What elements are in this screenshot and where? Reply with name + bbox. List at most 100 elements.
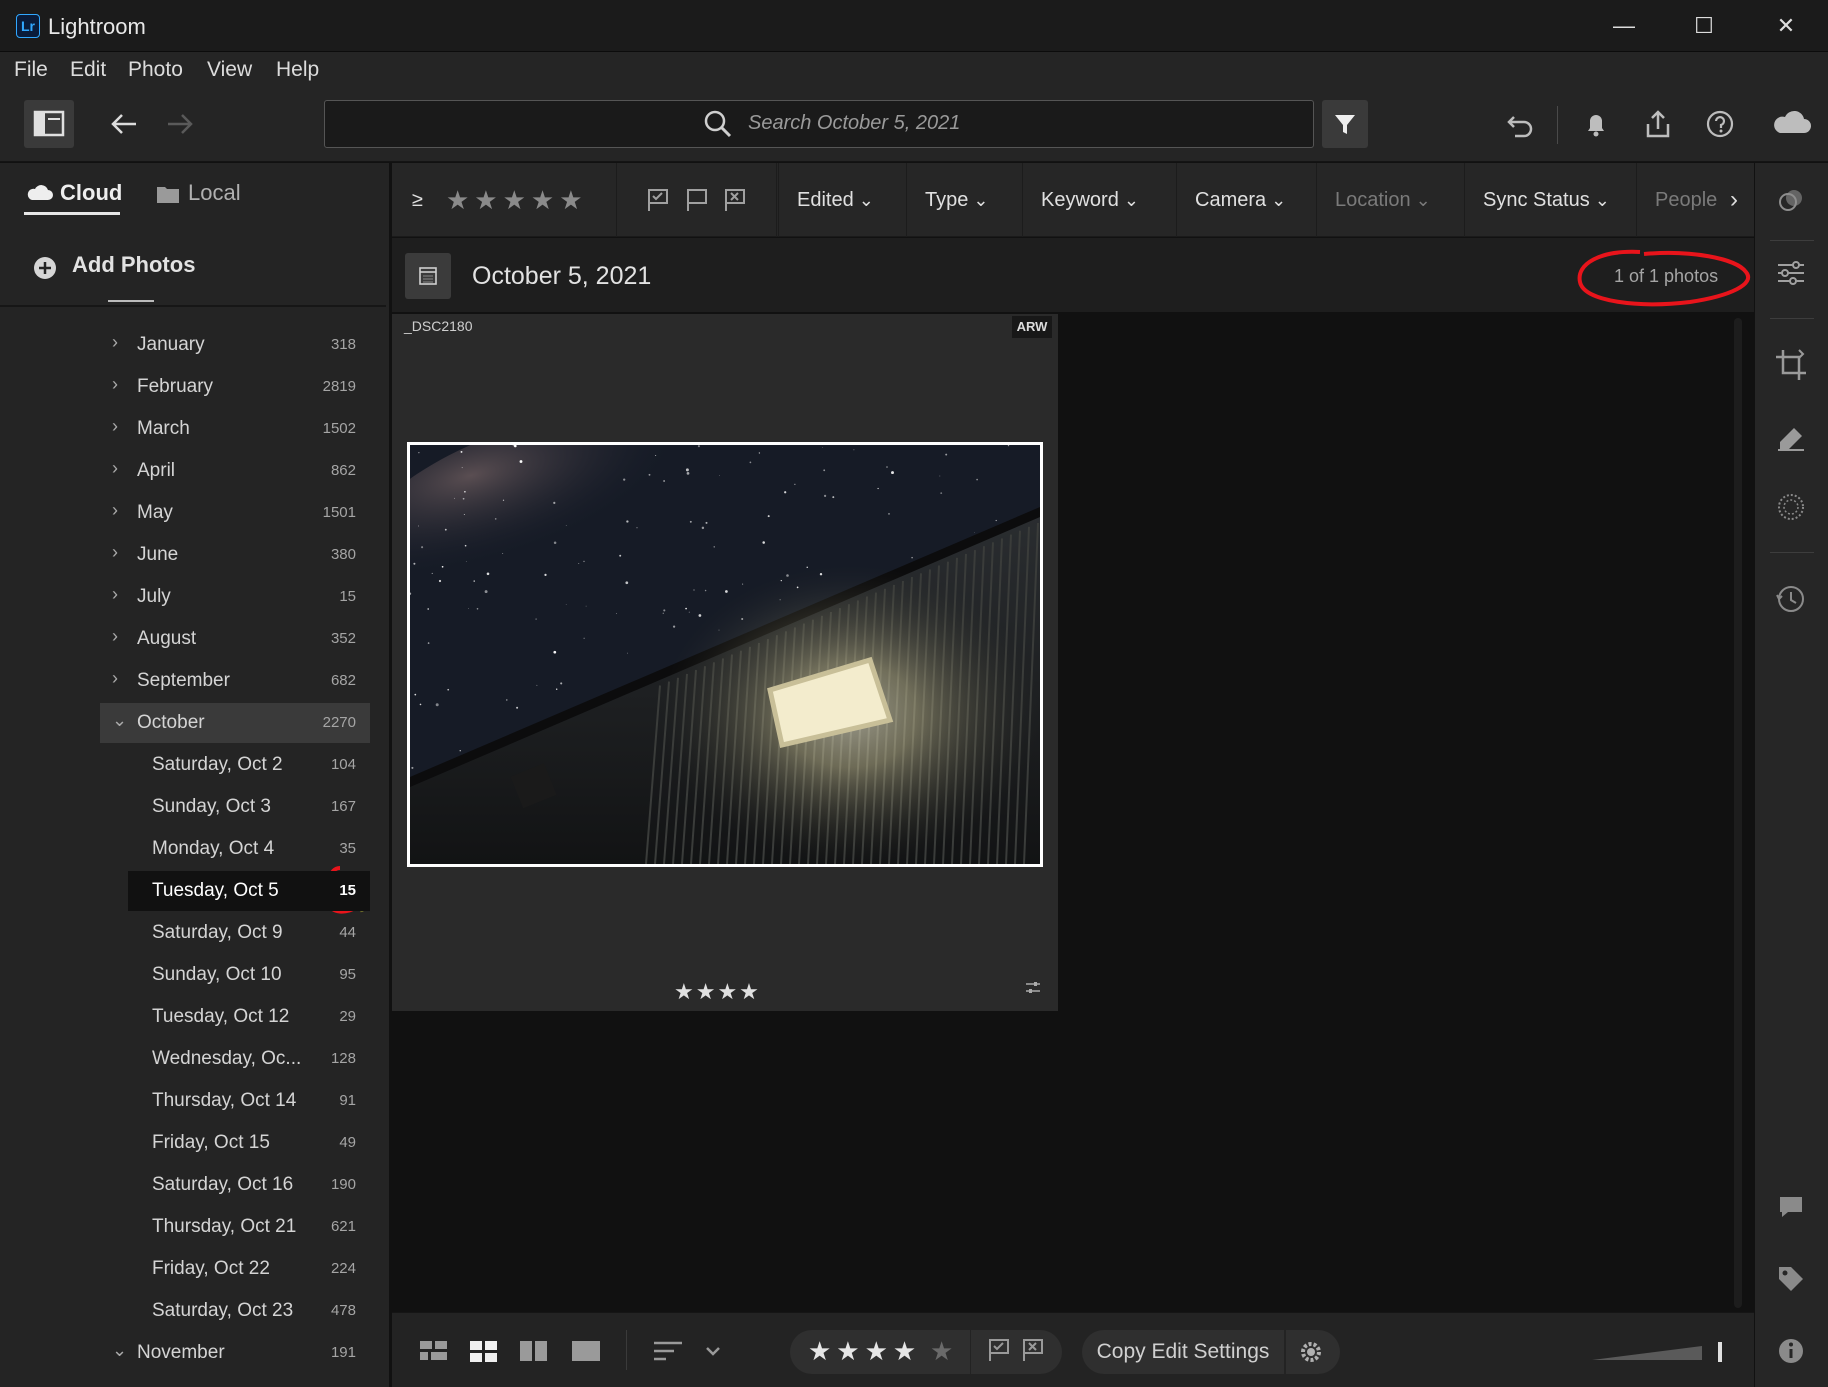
tree-item-day[interactable]: Wednesday, Oc... 128 (128, 1039, 370, 1079)
grid-scrollbar[interactable] (1734, 318, 1742, 1308)
add-photos-button[interactable]: Add Photos (72, 252, 195, 278)
chevron-down-icon[interactable]: ⌄ (112, 710, 127, 731)
flag-rejected-icon[interactable] (721, 186, 749, 219)
tree-item-march[interactable]: › March 1502 (100, 409, 370, 449)
help-icon[interactable] (1696, 100, 1744, 148)
presets-icon[interactable] (1766, 176, 1816, 226)
tree-item-september[interactable]: › September 682 (100, 661, 370, 701)
tree-item-june[interactable]: › June 380 (100, 535, 370, 575)
flag-reject-icon[interactable] (1020, 1336, 1046, 1369)
edit-sliders-icon[interactable] (1766, 248, 1816, 298)
flag-pick-icon[interactable] (986, 1336, 1012, 1369)
night-sky-image (410, 445, 1040, 864)
healing-eraser-icon[interactable] (1766, 412, 1816, 462)
filter-dropdown-label: People (1655, 189, 1718, 211)
versions-history-icon[interactable] (1766, 574, 1816, 624)
filter-camera-dropdown[interactable]: Camera ⌄ (1176, 163, 1304, 237)
photo-thumbnail[interactable] (407, 442, 1043, 867)
calendar-button[interactable] (405, 253, 451, 299)
tab-local[interactable]: Local (188, 180, 241, 206)
info-icon[interactable] (1766, 1326, 1816, 1376)
rating-stars-set[interactable]: ★★★★ (808, 1336, 921, 1367)
share-icon[interactable] (1634, 100, 1682, 148)
cloud-sync-icon[interactable] (1764, 100, 1818, 148)
tree-item-label: April (137, 460, 176, 481)
menu-file[interactable]: File (12, 58, 50, 82)
menu-help[interactable]: Help (274, 58, 321, 82)
tree-item-day[interactable]: Saturday, Oct 2 104 (128, 745, 370, 785)
detail-view-icon[interactable] (570, 1336, 602, 1366)
tree-item-february[interactable]: › February 2819 (100, 367, 370, 407)
chevron-right-icon[interactable]: › (112, 500, 118, 521)
sort-icon[interactable] (652, 1336, 684, 1366)
tree-item-day[interactable]: Friday, Oct 15 49 (128, 1123, 370, 1163)
minimize-button[interactable]: — (1594, 8, 1654, 44)
rating-filter-stars[interactable]: ★★★★★ (446, 185, 588, 216)
chevron-right-icon[interactable]: › (112, 584, 118, 605)
tree-item-day[interactable]: Thursday, Oct 14 91 (128, 1081, 370, 1121)
menu-edit[interactable]: Edit (68, 58, 108, 82)
chevron-right-icon[interactable]: › (112, 542, 118, 563)
menu-photo[interactable]: Photo (126, 58, 185, 82)
tree-item-count: 15 (339, 588, 356, 605)
chevron-right-icon[interactable]: › (112, 416, 118, 437)
square-grid-view-icon[interactable] (418, 1336, 450, 1366)
chevron-right-icon[interactable]: › (112, 374, 118, 395)
maximize-button[interactable]: ☐ (1674, 8, 1734, 44)
chevron-down-icon[interactable]: ⌄ (112, 1340, 127, 1361)
filter-edited-dropdown[interactable]: Edited ⌄ (778, 163, 892, 237)
close-button[interactable]: ✕ (1756, 8, 1816, 44)
filter-keyword-dropdown[interactable]: Keyword ⌄ (1022, 163, 1157, 237)
tree-item-day[interactable]: Saturday, Oct 16 190 (128, 1165, 370, 1205)
tree-item-november[interactable]: ⌄ November 191 (100, 1333, 370, 1373)
tab-cloud[interactable]: Cloud (60, 180, 122, 206)
photo-rating-stars[interactable]: ★★★★ (674, 979, 761, 1005)
filter-type-dropdown[interactable]: Type ⌄ (906, 163, 1006, 237)
chevron-down-icon[interactable] (702, 1336, 724, 1366)
tree-item-october[interactable]: ⌄ October 2270 (100, 703, 370, 743)
tree-item-may[interactable]: › May 1501 (100, 493, 370, 533)
tree-item-january[interactable]: › January 318 (100, 325, 370, 365)
menu-view[interactable]: View (205, 58, 254, 82)
compare-view-icon[interactable] (518, 1336, 550, 1366)
chevron-right-icon[interactable]: › (112, 668, 118, 689)
notifications-bell-icon[interactable] (1572, 100, 1620, 148)
filter-dropdown-label: Type (925, 189, 969, 211)
flag-picked-icon[interactable] (644, 186, 672, 219)
chevron-right-icon[interactable]: › (112, 332, 118, 353)
tree-item-july[interactable]: › July 15 (100, 577, 370, 617)
chevron-right-icon[interactable]: › (112, 458, 118, 479)
undo-icon[interactable] (1496, 100, 1544, 148)
tree-item-day[interactable]: Sunday, Oct 10 95 (128, 955, 370, 995)
tree-item-day[interactable]: Saturday, Oct 9 44 (128, 913, 370, 953)
copy-edit-settings-button[interactable]: Copy Edit Settings (1082, 1330, 1284, 1374)
toggle-panel-button[interactable] (24, 100, 74, 148)
keyword-tag-icon[interactable] (1766, 1254, 1816, 1304)
forward-arrow-icon[interactable] (156, 100, 204, 148)
filter-people-dropdown[interactable]: People (1636, 163, 1735, 237)
tree-item-day[interactable]: Tuesday, Oct 5 15 (128, 871, 370, 911)
chevron-right-icon[interactable]: › (112, 626, 118, 647)
copy-settings-options-button[interactable] (1286, 1330, 1340, 1374)
tree-item-day[interactable]: Friday, Oct 22 224 (128, 1249, 370, 1289)
masking-icon[interactable] (1766, 482, 1816, 532)
tree-item-day[interactable]: Saturday, Oct 23 478 (128, 1291, 370, 1331)
tree-item-day[interactable]: Monday, Oct 4 35 (128, 829, 370, 869)
thumbnail-size-slider[interactable] (1592, 1342, 1722, 1362)
flag-unflagged-icon[interactable] (683, 186, 711, 219)
tree-item-april[interactable]: › April 862 (100, 451, 370, 491)
crop-icon[interactable] (1766, 340, 1816, 390)
tree-item-august[interactable]: › August 352 (100, 619, 370, 659)
back-arrow-icon[interactable] (100, 100, 148, 148)
filter-button[interactable] (1322, 100, 1368, 148)
comments-icon[interactable] (1766, 1182, 1816, 1232)
rating-operator[interactable]: ≥ (412, 189, 423, 212)
tree-item-day[interactable]: Tuesday, Oct 12 29 (128, 997, 370, 1037)
tree-item-day[interactable]: Thursday, Oct 21 621 (128, 1207, 370, 1247)
photo-grid-view-icon[interactable] (468, 1336, 500, 1366)
tree-item-day[interactable]: Sunday, Oct 3 167 (128, 787, 370, 827)
filter-sync-status-dropdown[interactable]: Sync Status ⌄ (1464, 163, 1628, 237)
tree-item-count: 104 (330, 756, 356, 773)
rating-star-empty[interactable]: ★ (930, 1336, 953, 1367)
filter-location-dropdown[interactable]: Location ⌄ (1316, 163, 1449, 237)
